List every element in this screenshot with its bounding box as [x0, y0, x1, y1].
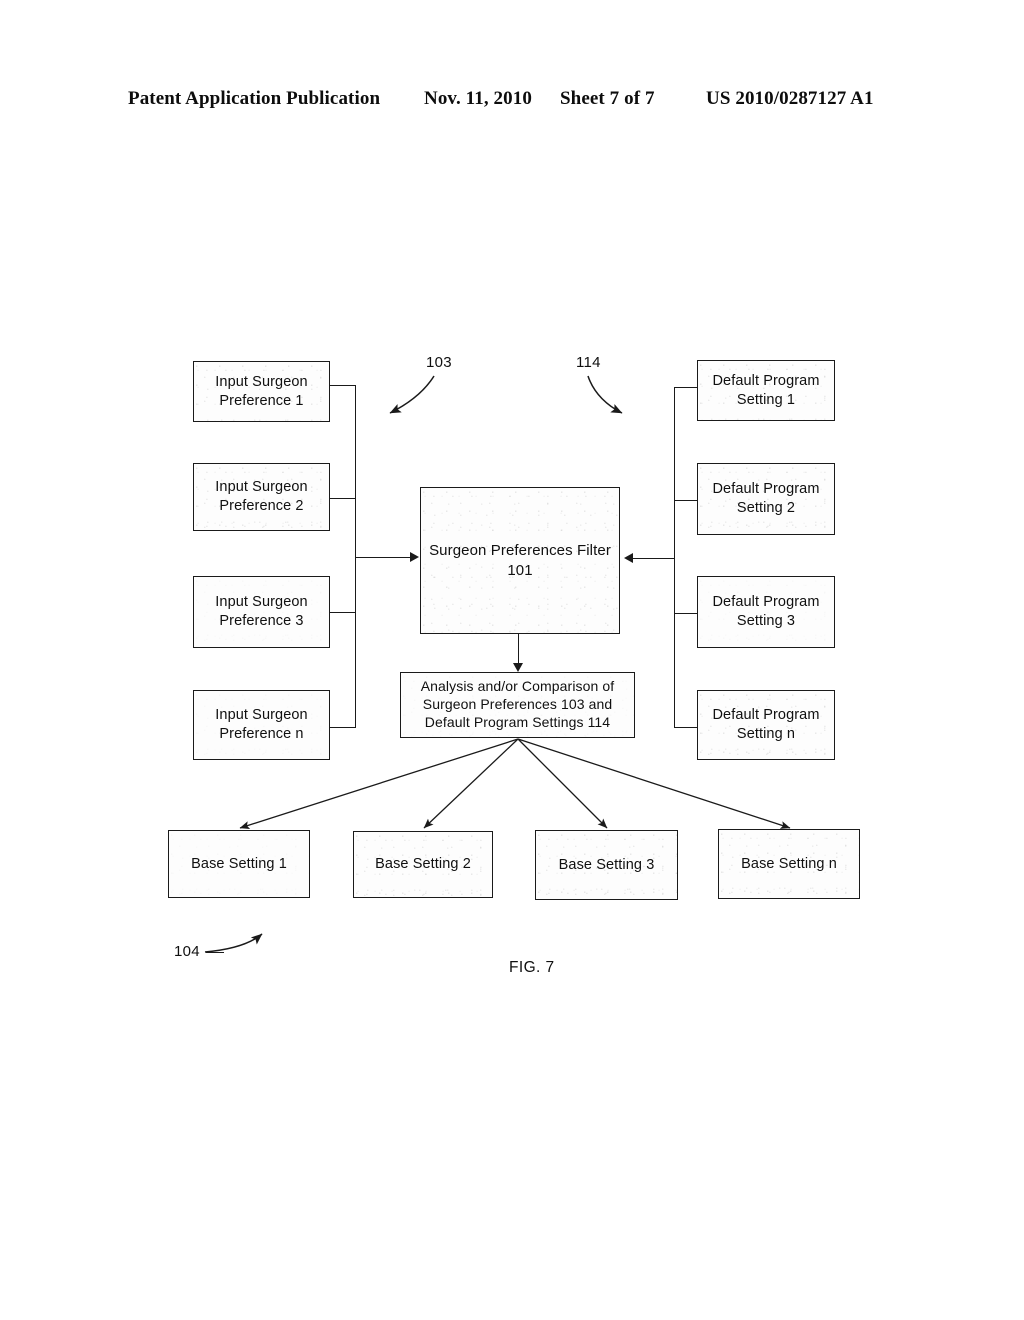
default-setting-1-line2: Setting 1 [736, 391, 796, 408]
input-preference-3-line1: Input Surgeon [215, 594, 308, 611]
input-surgeon-preference-3-box: Input Surgeon Preference 3 [193, 576, 330, 648]
input-surgeon-preference-2-box: Input Surgeon Preference 2 [193, 463, 330, 531]
input-preference-n-line2: Preference n [219, 726, 304, 742]
base-setting-3-box: Base Setting 3 [535, 830, 678, 900]
figure-connector-overlay [204, 375, 791, 953]
input-2-connector-stub [330, 498, 356, 500]
reference-numeral-104: 104 [174, 943, 200, 960]
default-3-connector-stub [674, 613, 698, 615]
default-setting-1-line1: Default Program [712, 372, 820, 389]
default-program-setting-n-box: Default Program Setting n [697, 690, 835, 760]
default-setting-3-line1: Default Program [712, 594, 820, 611]
default-program-setting-3-box: Default Program Setting 3 [697, 576, 835, 648]
default-setting-n-line2: Setting n [736, 726, 796, 742]
default-1-connector-stub [674, 387, 698, 389]
base-setting-n-label: Base Setting n [741, 855, 837, 872]
header-patent-number: US 2010/0287127 A1 [706, 88, 874, 109]
input-bus-to-filter-line [355, 557, 412, 559]
patent-page: Patent Application Publication Nov. 11, … [0, 0, 1024, 1320]
filter-box-line1: Surgeon Preferences Filter [429, 542, 611, 560]
default-setting-n-line1: Default Program [712, 707, 820, 724]
analysis-box-line2: Surgeon Preferences 103 and [422, 696, 613, 713]
analysis-to-base-setting-2-arrow [423, 738, 519, 829]
base-setting-2-box: Base Setting 2 [353, 831, 493, 898]
input-preference-1-line2: Preference 1 [219, 392, 304, 409]
base-setting-3-label: Base Setting 3 [558, 856, 655, 873]
base-setting-2-label: Base Setting 2 [375, 856, 471, 873]
analysis-box-line3: Default Program Settings 114 [424, 713, 611, 730]
input-surgeon-preference-1-box: Input Surgeon Preference 1 [193, 361, 330, 422]
default-n-connector-stub [674, 727, 698, 729]
input-preference-2-line2: Preference 2 [219, 498, 304, 514]
default-setting-2-line2: Setting 2 [736, 500, 796, 516]
input-surgeon-preference-n-box: Input Surgeon Preference n [193, 690, 330, 760]
reference-numeral-103: 103 [426, 354, 452, 371]
input-preference-2-line1: Input Surgeon [215, 479, 308, 496]
default-2-connector-stub [674, 500, 698, 502]
analysis-box-line1: Analysis and/or Comparison of [420, 678, 615, 695]
default-bus-to-filter-line [633, 558, 675, 560]
input-bus-arrowhead [410, 552, 419, 562]
ref-103-leader-line [389, 375, 435, 414]
input-preference-n-line1: Input Surgeon [215, 707, 308, 724]
default-program-setting-2-box: Default Program Setting 2 [697, 463, 835, 535]
analysis-comparison-box: Analysis and/or Comparison of Surgeon Pr… [400, 672, 635, 738]
reference-numeral-104-tail [206, 952, 224, 954]
default-setting-3-line2: Setting 3 [736, 613, 796, 629]
input-1-connector-stub [330, 385, 356, 387]
default-program-setting-1-box: Default Program Setting 1 [697, 360, 835, 421]
surgeon-preferences-filter-box: Surgeon Preferences Filter 101 [420, 487, 620, 634]
ref-104-leader-line [204, 933, 263, 953]
header-date-text: Nov. 11, 2010 [424, 88, 532, 109]
input-preference-3-line2: Preference 3 [219, 613, 304, 629]
filter-box-line2: 101 [507, 561, 533, 579]
input-preference-1-line1: Input Surgeon [215, 373, 308, 390]
default-setting-2-line1: Default Program [712, 481, 820, 498]
analysis-to-base-setting-3-arrow [517, 738, 608, 829]
input-3-connector-stub [330, 612, 356, 614]
filter-to-analysis-line [518, 634, 520, 666]
figure-label: FIG. 7 [509, 959, 555, 976]
base-setting-n-box: Base Setting n [718, 829, 860, 899]
base-setting-1-label: Base Setting 1 [191, 855, 287, 872]
ref-114-leader-line [587, 375, 623, 414]
header-sheet-text: Sheet 7 of 7 [560, 88, 655, 109]
default-bus-arrowhead [624, 553, 633, 563]
header-publication-text: Patent Application Publication [128, 88, 381, 109]
reference-numeral-114: 114 [576, 354, 601, 371]
page-header: Patent Application Publication Nov. 11, … [0, 88, 1024, 114]
base-setting-1-box: Base Setting 1 [168, 830, 310, 898]
input-n-connector-stub [330, 727, 356, 729]
filter-to-analysis-arrowhead [513, 663, 523, 672]
